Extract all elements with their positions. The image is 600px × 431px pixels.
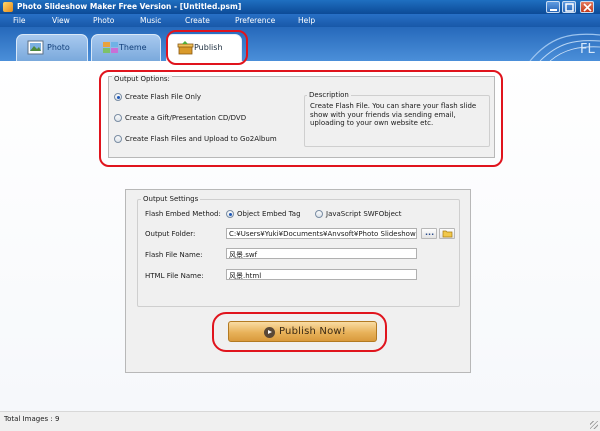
tab-theme[interactable]: Theme — [91, 34, 161, 61]
title-bar: Photo Slideshow Maker Free Version - [Un… — [0, 0, 600, 14]
browse-button-label: ... — [425, 228, 435, 237]
close-icon — [583, 3, 592, 12]
radio-upload-go2album[interactable] — [114, 135, 122, 143]
photo-icon — [27, 40, 44, 55]
open-folder-button[interactable] — [439, 228, 455, 239]
output-folder-input[interactable]: C:¥Users¥Yuki¥Documents¥Anvsoft¥Photo Sl… — [226, 228, 417, 239]
total-images-status: Total Images : 9 — [4, 415, 60, 423]
menu-music[interactable]: Music — [140, 16, 161, 25]
tab-bar: FL Photo Theme Publish — [0, 27, 600, 61]
maximize-icon — [565, 3, 574, 12]
menu-photo[interactable]: Photo — [93, 16, 114, 25]
minimize-icon — [550, 9, 557, 11]
output-settings-title: Output Settings — [141, 195, 201, 203]
radio-javascript-swfobject[interactable] — [315, 210, 323, 218]
menu-view[interactable]: View — [52, 16, 70, 25]
menu-create[interactable]: Create — [185, 16, 210, 25]
tab-photo[interactable]: Photo — [16, 34, 88, 61]
window-title: Photo Slideshow Maker Free Version - [Un… — [17, 2, 242, 11]
html-file-name-input[interactable]: 风景.html — [226, 269, 417, 280]
radio-object-embed-tag[interactable] — [226, 210, 234, 218]
radio-label-create-flash-only: Create Flash File Only — [125, 93, 202, 101]
html-file-name-label: HTML File Name: — [145, 272, 204, 280]
decorative-banner-icon: FL — [529, 33, 600, 61]
resize-grip-icon[interactable] — [590, 421, 598, 429]
embed-method-label: Flash Embed Method: — [145, 210, 221, 218]
flash-file-name-input[interactable]: 风景.swf — [226, 248, 417, 259]
folder-icon — [442, 230, 453, 238]
radio-label-create-cd-dvd: Create a Gift/Presentation CD/DVD — [125, 114, 247, 122]
menu-preference[interactable]: Preference — [235, 16, 275, 25]
menu-file[interactable]: File — [13, 16, 26, 25]
radio-label-javascript-swfobject: JavaScript SWFObject — [326, 210, 402, 218]
menu-bar: File View Photo Music Create Preference … — [0, 14, 600, 27]
menu-help[interactable]: Help — [298, 16, 315, 25]
radio-create-cd-dvd[interactable] — [114, 114, 122, 122]
description-text: Create Flash File. You can share your fl… — [310, 102, 477, 127]
publish-icon — [177, 41, 194, 55]
minimize-button[interactable] — [546, 1, 560, 13]
radio-create-flash-only[interactable] — [114, 93, 122, 101]
app-icon — [3, 2, 13, 12]
output-options-title: Output Options: — [112, 75, 172, 83]
browse-button[interactable]: ... — [421, 228, 437, 239]
flash-file-name-label: Flash File Name: — [145, 251, 203, 259]
maximize-button[interactable] — [562, 1, 576, 13]
close-button[interactable] — [580, 1, 594, 13]
description-title: Description — [307, 91, 351, 99]
play-icon — [264, 327, 275, 338]
theme-icon — [103, 42, 118, 53]
tab-publish[interactable]: Publish — [166, 34, 242, 61]
status-bar: Total Images : 9 — [0, 411, 600, 431]
svg-text:FL: FL — [580, 42, 595, 57]
publish-now-label: Publish Now! — [279, 326, 347, 337]
radio-label-upload-go2album: Create Flash Files and Upload to Go2Albu… — [125, 135, 277, 143]
publish-now-button[interactable]: Publish Now! — [228, 321, 377, 342]
radio-label-object-embed-tag: Object Embed Tag — [237, 210, 301, 218]
output-folder-label: Output Folder: — [145, 230, 196, 238]
